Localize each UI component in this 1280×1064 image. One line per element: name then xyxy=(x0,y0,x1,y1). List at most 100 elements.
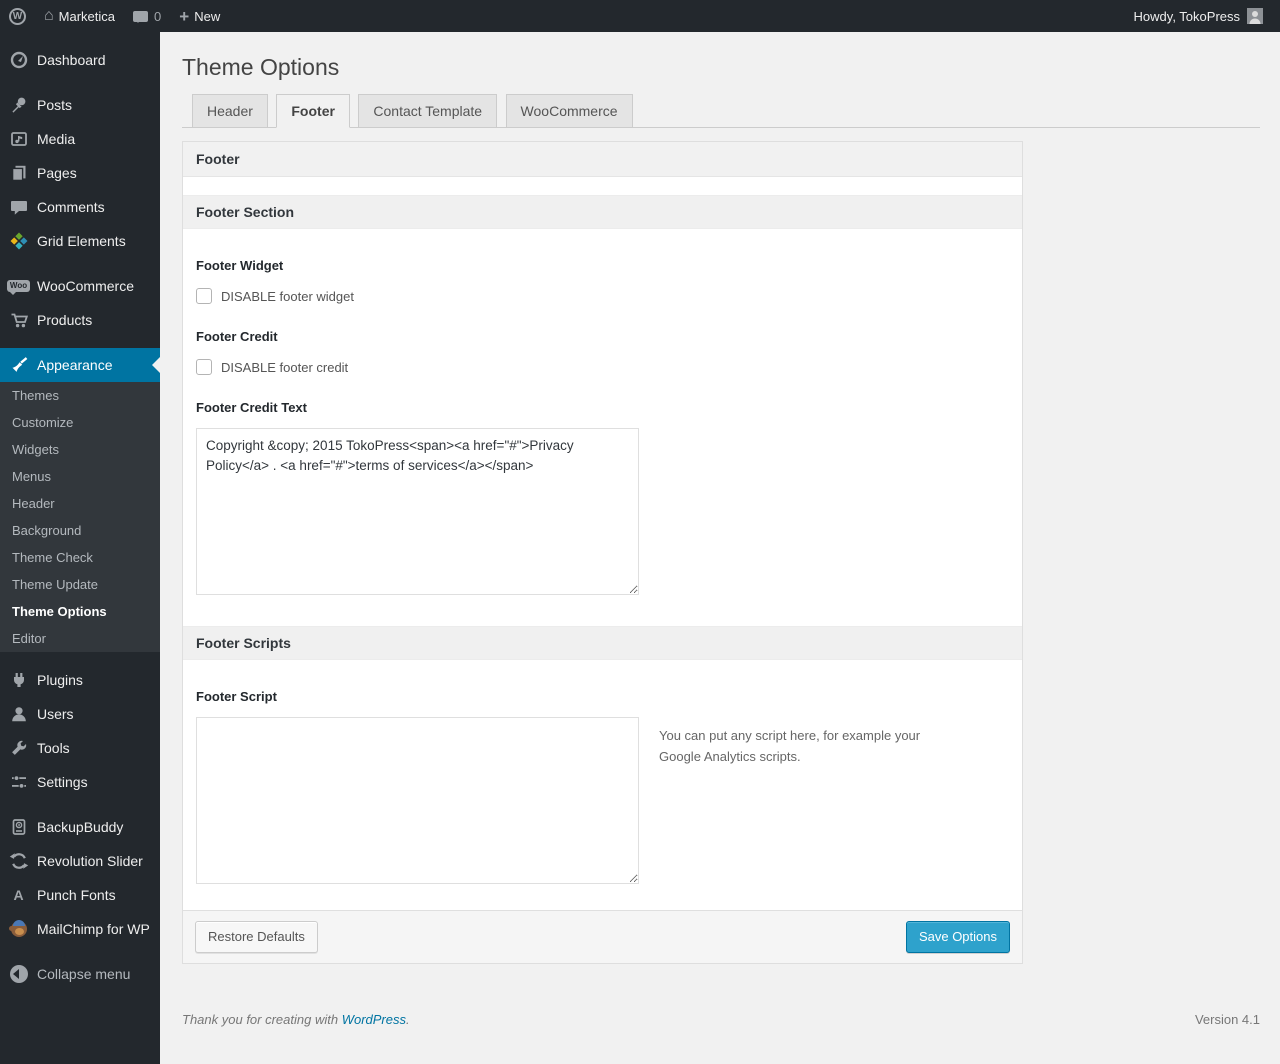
wordpress-logo-icon: W xyxy=(9,7,26,25)
admin-footer: Thank you for creating with WordPress. V… xyxy=(182,964,1260,1047)
sidebar-item-punch-fonts[interactable]: A Punch Fonts xyxy=(0,878,160,912)
tab-woocommerce[interactable]: WooCommerce xyxy=(505,94,633,127)
sidebar-item-users[interactable]: Users xyxy=(0,697,160,731)
submenu-item-menus[interactable]: Menus xyxy=(0,463,160,490)
menu-separator xyxy=(0,946,160,957)
menu-separator xyxy=(0,652,160,663)
tab-header[interactable]: Header xyxy=(192,94,268,127)
footer-period: . xyxy=(406,1011,410,1027)
page-title: Theme Options xyxy=(182,54,340,80)
woocommerce-icon: Woo xyxy=(0,280,37,295)
site-name-link[interactable]: ⌂ Marketica xyxy=(35,0,124,32)
disable-footer-widget-label: DISABLE footer widget xyxy=(221,288,354,304)
disable-footer-credit-checkbox[interactable] xyxy=(196,359,212,375)
media-icon xyxy=(0,129,37,149)
comments-icon xyxy=(0,197,37,217)
site-name: Marketica xyxy=(58,8,116,24)
sidebar-item-products[interactable]: Products xyxy=(0,303,160,337)
mailchimp-monkey-icon xyxy=(0,920,37,937)
footer-thanks-text: Thank you for creating with xyxy=(182,1011,342,1027)
avatar xyxy=(1247,8,1263,24)
new-content-menu[interactable]: + New xyxy=(170,0,229,32)
tab-contact-template[interactable]: Contact Template xyxy=(358,94,498,127)
restore-defaults-button[interactable]: Restore Defaults xyxy=(195,921,318,953)
comment-bubble-icon xyxy=(133,10,149,23)
footer-widget-label: Footer Widget xyxy=(196,258,284,273)
tab-footer[interactable]: Footer xyxy=(276,94,350,128)
dashboard-icon xyxy=(0,50,37,70)
sidebar-item-tools[interactable]: Tools xyxy=(0,731,160,765)
admin-sidebar: Dashboard Posts Media Pages Comments Gri… xyxy=(0,32,160,1064)
footer-credit-text-label: Footer Credit Text xyxy=(196,400,307,415)
comment-count: 0 xyxy=(154,8,162,24)
submenu-item-theme-update[interactable]: Theme Update xyxy=(0,571,160,598)
letter-a-icon: A xyxy=(13,887,24,903)
submenu-item-editor[interactable]: Editor xyxy=(0,625,160,652)
footer-script-textarea[interactable] xyxy=(196,717,639,884)
my-account-menu[interactable]: Howdy, TokoPress xyxy=(1125,0,1272,32)
appearance-submenu: Themes Customize Widgets Menus Header Ba… xyxy=(0,382,160,652)
footer-credit-text-textarea[interactable]: Copyright &copy; 2015 TokoPress<span><a … xyxy=(196,428,639,595)
menu-separator xyxy=(0,77,160,88)
panel-spacer xyxy=(183,177,1022,195)
footer-scripts-header: Footer Scripts xyxy=(183,626,1022,660)
refresh-arrows-icon xyxy=(0,851,37,871)
pin-icon xyxy=(0,95,37,115)
sidebar-item-woocommerce[interactable]: Woo WooCommerce xyxy=(0,269,160,303)
disable-footer-widget-checkbox[interactable] xyxy=(196,288,212,304)
menu-separator xyxy=(0,32,160,43)
main-content: Theme Options Header Footer Contact Temp… xyxy=(160,0,1280,1064)
admin-bar: W ⌂ Marketica 0 + New Howdy, TokoPress xyxy=(0,0,1280,32)
plugin-icon xyxy=(0,670,37,690)
sidebar-item-pages[interactable]: Pages xyxy=(0,156,160,190)
backup-drive-icon xyxy=(0,817,37,837)
sidebar-item-plugins[interactable]: Plugins xyxy=(0,663,160,697)
sidebar-item-dashboard[interactable]: Dashboard xyxy=(0,43,160,77)
submenu-item-widgets[interactable]: Widgets xyxy=(0,436,160,463)
sidebar-item-grid-elements[interactable]: Grid Elements xyxy=(0,224,160,258)
footer-scripts-body: Footer Script You can put any script her… xyxy=(183,660,1022,910)
sidebar-item-backupbuddy[interactable]: BackupBuddy xyxy=(0,810,160,844)
plus-icon: + xyxy=(179,6,190,26)
cart-icon xyxy=(0,310,37,330)
menu-separator xyxy=(0,258,160,269)
sidebar-item-settings[interactable]: Settings xyxy=(0,765,160,799)
footer-section-body: Footer Widget DISABLE footer widget Foot… xyxy=(183,229,1022,626)
sidebar-item-mailchimp[interactable]: MailChimp for WP xyxy=(0,912,160,946)
sidebar-item-media[interactable]: Media xyxy=(0,122,160,156)
theme-options-tabs: Header Footer Contact Template WooCommer… xyxy=(182,94,1260,128)
users-icon xyxy=(0,704,37,724)
save-options-button[interactable]: Save Options xyxy=(905,921,1010,953)
grid-elements-icon xyxy=(0,231,37,251)
footer-script-label: Footer Script xyxy=(196,689,277,704)
disable-footer-credit-label: DISABLE footer credit xyxy=(221,359,349,375)
sidebar-item-comments[interactable]: Comments xyxy=(0,190,160,224)
submenu-item-theme-check[interactable]: Theme Check xyxy=(0,544,160,571)
submenu-item-background[interactable]: Background xyxy=(0,517,160,544)
footer-script-help-text: You can put any script here, for example… xyxy=(659,728,921,765)
footer-credit-label: Footer Credit xyxy=(196,329,278,344)
footer-options-panel: Footer Footer Section Footer Widget DISA… xyxy=(182,141,1023,964)
panel-heading: Footer xyxy=(183,142,1022,177)
sidebar-item-posts[interactable]: Posts xyxy=(0,88,160,122)
howdy-text: Howdy, TokoPress xyxy=(1133,8,1240,24)
menu-separator xyxy=(0,799,160,810)
pages-icon xyxy=(0,163,37,183)
footer-section-header: Footer Section xyxy=(183,195,1022,229)
wordpress-link[interactable]: WordPress xyxy=(342,1012,406,1027)
submenu-item-customize[interactable]: Customize xyxy=(0,409,160,436)
panel-action-bar: Restore Defaults Save Options xyxy=(183,910,1022,963)
sidebar-item-revolution-slider[interactable]: Revolution Slider xyxy=(0,844,160,878)
settings-icon xyxy=(0,772,37,792)
comments-shortcut[interactable]: 0 xyxy=(124,0,170,32)
sidebar-item-appearance[interactable]: Appearance xyxy=(0,348,160,382)
wp-logo-menu[interactable]: W xyxy=(0,0,35,32)
submenu-item-header[interactable]: Header xyxy=(0,490,160,517)
submenu-item-themes[interactable]: Themes xyxy=(0,382,160,409)
collapse-arrow-icon xyxy=(0,965,37,983)
new-label: New xyxy=(194,8,221,24)
collapse-menu-button[interactable]: Collapse menu xyxy=(0,957,160,991)
menu-separator xyxy=(0,337,160,348)
submenu-item-theme-options[interactable]: Theme Options xyxy=(0,598,160,625)
appearance-icon xyxy=(0,355,37,375)
